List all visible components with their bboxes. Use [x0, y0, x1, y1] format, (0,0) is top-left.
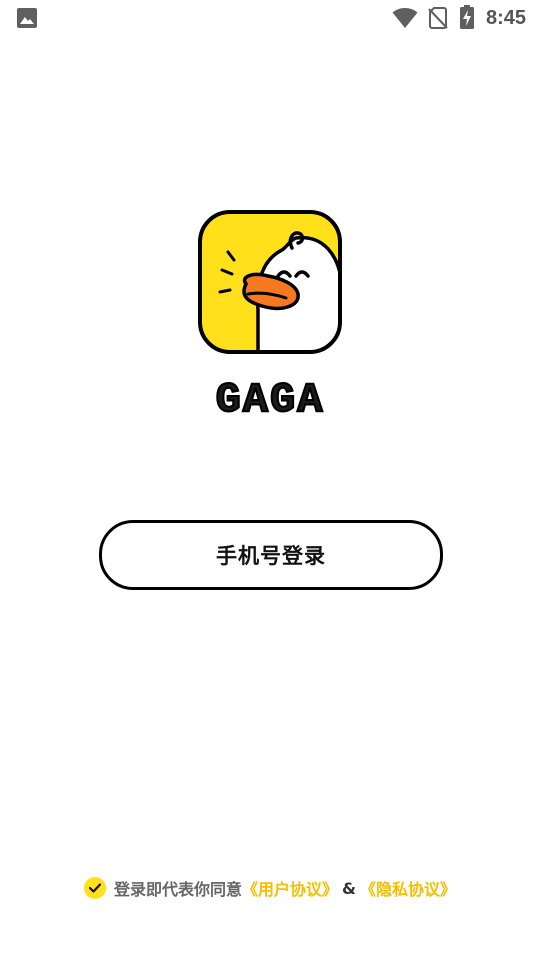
gallery-icon [17, 8, 37, 28]
status-bar: 8:45 [0, 0, 540, 36]
clock-time: 8:45 [486, 7, 527, 29]
agreement-checkbox[interactable] [84, 877, 106, 899]
agreement-row: 登录即代表你同意 《用户协议》 & 《隐私协议》 [0, 874, 540, 902]
checkmark-icon [89, 883, 101, 893]
battery-charging-icon [460, 5, 474, 29]
wifi-icon [392, 8, 418, 28]
phone-login-label: 手机号登录 [216, 544, 326, 568]
agreement-prefix: 登录即代表你同意 [114, 880, 243, 899]
no-sim-icon [428, 7, 448, 29]
user-agreement-link[interactable]: 《用户协议》 [242, 876, 338, 900]
duck-logo-icon [198, 210, 342, 354]
app-name-logotype: GAGA [215, 375, 325, 425]
phone-login-button[interactable]: 手机号登录 [99, 520, 443, 590]
agreement-separator: & [342, 878, 356, 898]
privacy-agreement-link[interactable]: 《隐私协议》 [360, 876, 456, 900]
